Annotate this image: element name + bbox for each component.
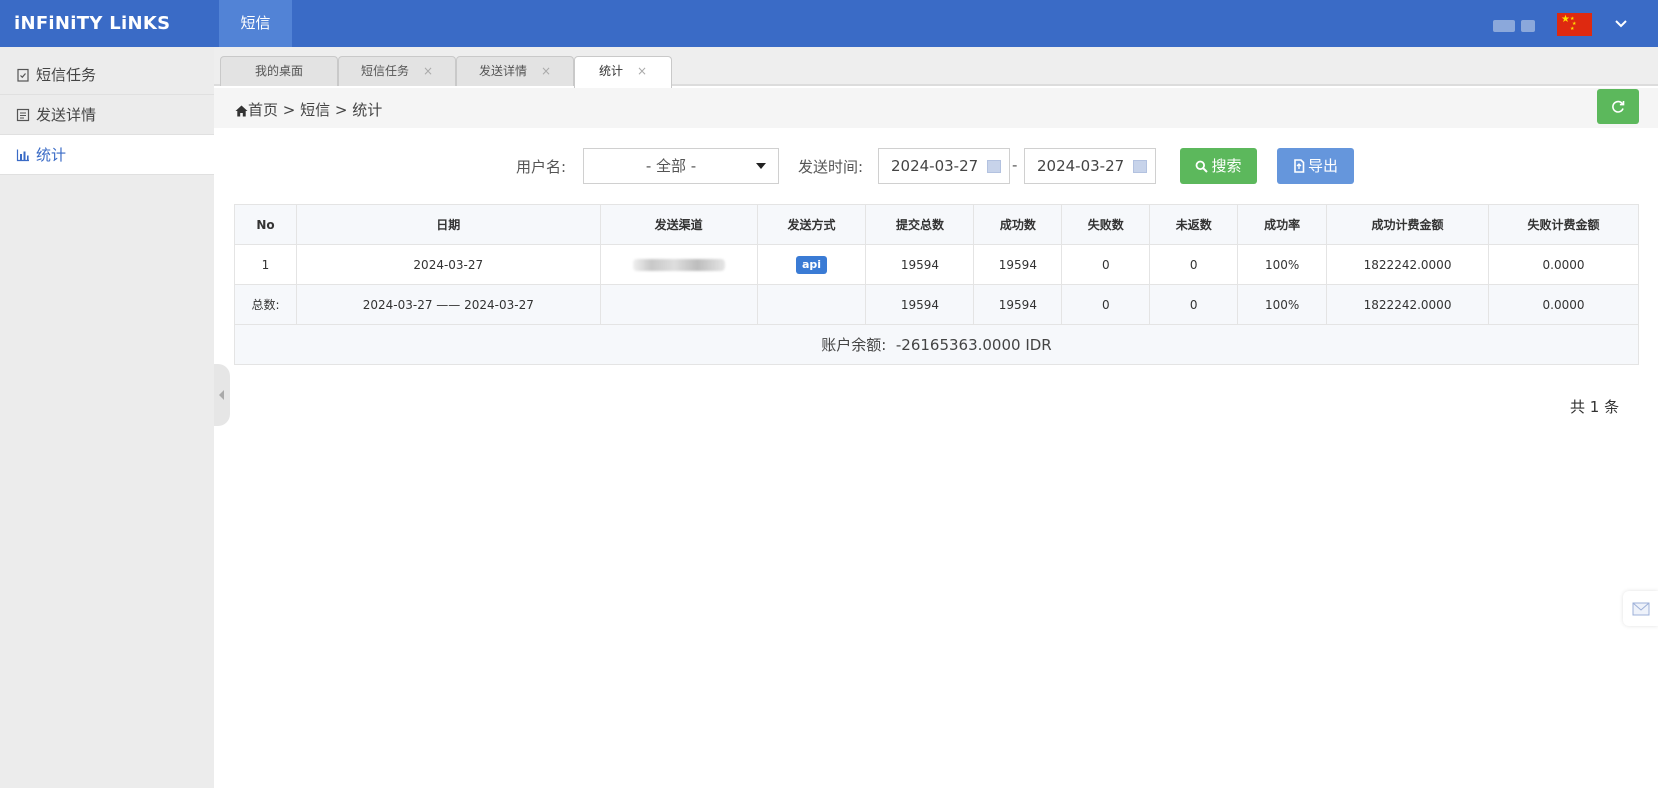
date-range-separator: - [1012, 156, 1018, 174]
sidebar-item-label: 统计 [36, 146, 67, 164]
date-from-input[interactable]: 2024-03-27 [878, 148, 1010, 184]
export-icon [1294, 159, 1305, 173]
language-flag-icon[interactable]: ★ ★ ★ ★ [1557, 13, 1592, 36]
cell-date: 2024-03-27 [295, 244, 601, 285]
breadcrumb-home[interactable]: 首页 [248, 101, 278, 119]
sidebar-item-sms-tasks[interactable]: 短信任务 [0, 55, 214, 95]
table-row: 1 2024-03-27 api 19594 19594 0 0 100% 18… [234, 244, 1639, 285]
column-header: 未返数 [1149, 204, 1239, 245]
table-header-row: No 日期 发送渠道 发送方式 提交总数 成功数 失败数 未返数 成功率 成功计… [234, 204, 1639, 245]
sidebar-item-label: 发送详情 [36, 106, 97, 124]
account-balance: 账户余额: -26165363.0000 IDR [234, 324, 1639, 365]
page-tabs-bar: 我的桌面 短信任务 × 发送详情 × 统计 × [214, 47, 1658, 88]
cell-channel [599, 244, 758, 285]
top-header: iNFiNiTY LiNKS 短信 ★ ★ ★ ★ [0, 0, 1658, 47]
column-header: 日期 [295, 204, 601, 245]
cell-total-submitted: 19594 [865, 284, 975, 325]
refresh-button[interactable] [1597, 89, 1639, 124]
nav-sms[interactable]: 短信 [219, 0, 292, 47]
document-list-icon [16, 97, 30, 122]
cell-total-range: 2024-03-27 —— 2024-03-27 [295, 284, 601, 325]
breadcrumb-current: 统计 [352, 101, 383, 119]
column-header: 发送渠道 [599, 204, 758, 245]
sidebar-item-label: 短信任务 [36, 66, 97, 84]
cell-total-success: 19594 [973, 284, 1063, 325]
column-header: No [234, 204, 297, 245]
search-icon [1196, 160, 1209, 173]
bar-chart-icon [16, 137, 30, 162]
user-name-redacted[interactable] [1493, 17, 1543, 32]
calendar-icon [987, 160, 1001, 173]
cell-total-failed: 0 [1061, 284, 1151, 325]
cell-total-pending: 0 [1149, 284, 1239, 325]
cell-method: api [756, 244, 867, 285]
column-header: 发送方式 [756, 204, 867, 245]
sidebar-item-send-details[interactable]: 发送详情 [0, 95, 214, 135]
message-icon [1632, 602, 1650, 616]
username-select[interactable]: - 全部 - [583, 148, 779, 184]
cell-total-fail-amount: 0.0000 [1488, 284, 1639, 325]
column-header: 失败数 [1061, 204, 1151, 245]
clipboard-check-icon [16, 57, 30, 82]
username-label: 用户名: [516, 158, 567, 176]
record-count: 共 1 条 [1570, 398, 1620, 416]
breadcrumb-section[interactable]: 短信 [300, 101, 330, 119]
send-time-label: 发送时间: [798, 158, 864, 176]
home-icon [235, 103, 248, 121]
cell-no: 1 [234, 244, 297, 285]
column-header: 成功率 [1237, 204, 1328, 245]
sidebar: 短信任务 发送详情 统计 [0, 47, 214, 788]
caret-left-icon [219, 390, 224, 400]
cell-pending: 0 [1149, 244, 1239, 285]
cell-rate: 100% [1237, 244, 1328, 285]
tab-send-details[interactable]: 发送详情 × [456, 56, 574, 86]
export-button[interactable]: 导出 [1277, 148, 1354, 184]
tab-sms-tasks[interactable]: 短信任务 × [338, 56, 456, 86]
method-badge: api [795, 255, 828, 274]
brand-logo: iNFiNiTY LiNKS [14, 13, 171, 34]
cell-submitted: 19594 [865, 244, 975, 285]
tab-close-icon[interactable]: × [423, 64, 433, 78]
column-header: 成功数 [973, 204, 1063, 245]
redacted-channel [632, 259, 725, 271]
cell-total-rate: 100% [1237, 284, 1328, 325]
calendar-icon [1133, 160, 1147, 173]
cell-success: 19594 [973, 244, 1063, 285]
cell-failed: 0 [1061, 244, 1151, 285]
column-header: 提交总数 [865, 204, 975, 245]
tab-statistics[interactable]: 统计 × [574, 56, 672, 88]
sidebar-item-statistics[interactable]: 统计 [0, 135, 214, 175]
caret-down-icon [756, 163, 766, 169]
breadcrumb-bar: 首页 > 短信 > 统计 [214, 88, 1658, 128]
table-balance-row: 账户余额: -26165363.0000 IDR [234, 324, 1639, 365]
tab-my-desktop[interactable]: 我的桌面 [220, 56, 338, 86]
statistics-table: No 日期 发送渠道 发送方式 提交总数 成功数 失败数 未返数 成功率 成功计… [234, 204, 1639, 365]
search-button[interactable]: 搜索 [1180, 148, 1257, 184]
sidebar-collapse-handle[interactable] [214, 364, 230, 426]
tab-close-icon[interactable]: × [541, 64, 551, 78]
balance-label: 账户余额: [821, 336, 887, 354]
table-total-row: 总数: 2024-03-27 —— 2024-03-27 19594 19594… [234, 284, 1639, 325]
breadcrumb: 首页 > 短信 > 统计 [235, 99, 382, 121]
column-header: 失败计费金额 [1488, 204, 1639, 245]
balance-value: -26165363.0000 IDR [895, 336, 1052, 354]
tab-close-icon[interactable]: × [637, 64, 647, 78]
date-to-input[interactable]: 2024-03-27 [1024, 148, 1156, 184]
cell-success-amount: 1822242.0000 [1326, 244, 1490, 285]
cell-total-label: 总数: [234, 284, 297, 325]
cell-fail-amount: 0.0000 [1488, 244, 1639, 285]
floating-chat-widget[interactable] [1623, 591, 1658, 626]
column-header: 成功计费金额 [1326, 204, 1490, 245]
cell-total-success-amount: 1822242.0000 [1326, 284, 1490, 325]
user-menu-chevron-down-icon[interactable] [1610, 12, 1632, 34]
refresh-icon [1612, 100, 1625, 113]
